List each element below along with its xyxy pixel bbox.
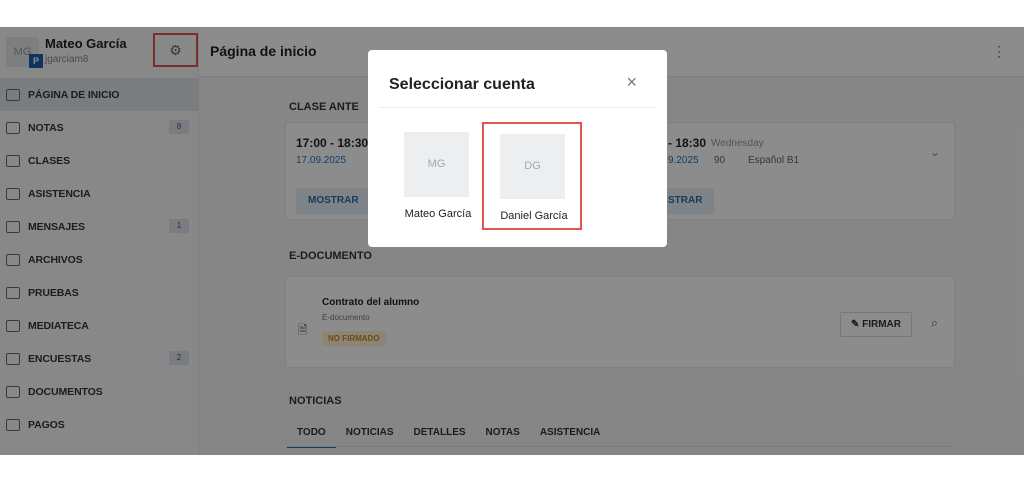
- account-name: Daniel García: [500, 210, 568, 222]
- account-avatar: DG: [500, 134, 565, 199]
- account-option-mateo[interactable]: MG Mateo García: [388, 122, 488, 230]
- select-account-dialog: Seleccionar cuenta × MG Mateo García DG …: [368, 50, 667, 247]
- close-icon[interactable]: ×: [626, 72, 637, 93]
- dialog-title: Seleccionar cuenta: [389, 76, 535, 93]
- app-window: MG P Mateo García jgarciam8 ⚙ PÁGINA DE …: [0, 27, 1024, 455]
- account-option-daniel[interactable]: DG Daniel García: [482, 122, 582, 230]
- account-avatar: MG: [404, 132, 469, 197]
- account-name: Mateo García: [404, 208, 472, 220]
- dialog-divider: [378, 107, 657, 108]
